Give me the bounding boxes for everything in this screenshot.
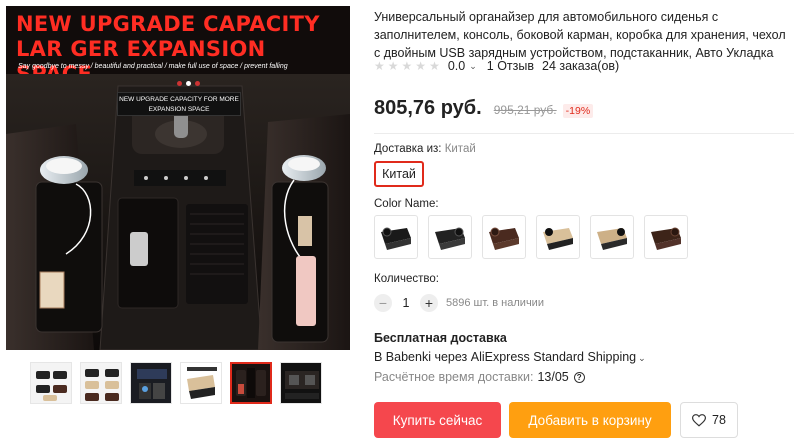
country-option-china[interactable]: Китай	[374, 161, 424, 187]
delivery-time-label: Расчётное время доставки:	[374, 370, 534, 384]
thumbnail-2[interactable]	[80, 362, 122, 404]
image-tagline: Say goodbye to messy / beautiful and pra…	[18, 63, 288, 70]
organizer-icon	[543, 228, 573, 250]
organizer-icon	[489, 227, 519, 250]
heart-icon	[692, 413, 707, 427]
free-shipping-label: Бесплатная доставка	[374, 331, 507, 345]
color-swatches	[374, 215, 688, 259]
ship-from-value: Китай	[444, 143, 476, 155]
divider	[374, 133, 794, 134]
image-ribbon: NEW UPGRADE CAPACITY FOR MORE EXPANSION …	[117, 92, 241, 116]
orders-count: 24 заказа(ов)	[542, 59, 620, 73]
swatch-beige-2[interactable]	[590, 215, 634, 259]
reviews-link[interactable]: 1 Отзыв	[487, 59, 534, 73]
thumbnail-6[interactable]	[280, 362, 322, 404]
thumbnail-1[interactable]	[30, 362, 72, 404]
organizer-icon	[435, 227, 465, 250]
chevron-down-icon: ⌄	[638, 353, 646, 363]
star-icon: ★	[374, 59, 385, 73]
product-title: Универсальный органайзер для автомобильн…	[374, 10, 786, 60]
discount-badge: -19%	[562, 104, 594, 118]
delivery-time: Расчётное время доставки: 13/05 ?	[374, 370, 585, 384]
color-label: Color Name:	[374, 198, 439, 210]
stock-available: 5896 шт. в наличии	[446, 297, 544, 309]
quantity-plus-button[interactable]: +	[420, 294, 438, 312]
thumbnail-5[interactable]	[230, 362, 272, 404]
swatch-beige-1[interactable]	[536, 215, 580, 259]
ship-from-label: Доставка из: Китай	[374, 143, 476, 155]
wishlist-count: 78	[712, 413, 726, 427]
organizer-icon	[651, 227, 681, 250]
chevron-down-icon[interactable]: ⌄	[469, 61, 477, 72]
add-to-cart-button[interactable]: Добавить в корзину	[509, 402, 671, 438]
swatch-black-1[interactable]	[374, 215, 418, 259]
price-row: 805,76 руб. 995,21 руб. -19%	[374, 97, 594, 120]
main-product-image[interactable]: NEW UPGRADE CAPACITY LAR GER EXPANSION S…	[6, 6, 350, 350]
quantity-label: Количество:	[374, 273, 439, 285]
current-price: 805,76 руб.	[374, 97, 482, 119]
old-price: 995,21 руб.	[493, 103, 557, 117]
quantity-input[interactable]: 1	[392, 296, 420, 310]
star-icon: ★	[387, 59, 399, 73]
thumbnail-4[interactable]	[180, 362, 222, 404]
organizer-icon	[381, 227, 411, 250]
star-icon: ★	[415, 59, 427, 73]
ship-from-title: Доставка из:	[374, 143, 442, 155]
quantity-minus-button[interactable]: −	[374, 294, 392, 312]
buy-now-button[interactable]: Купить сейчас	[374, 402, 501, 438]
organizer-icon	[597, 228, 627, 250]
swatch-coffee-2[interactable]	[644, 215, 688, 259]
wishlist-button[interactable]: 78	[680, 402, 738, 438]
delivery-time-value: 13/05	[537, 370, 569, 384]
swatch-black-2[interactable]	[428, 215, 472, 259]
shipping-method[interactable]: В Babenki через AliExpress Standard Ship…	[374, 350, 646, 364]
swatch-coffee[interactable]	[482, 215, 526, 259]
thumbnail-3[interactable]	[130, 362, 172, 404]
star-icon: ★	[429, 59, 440, 73]
help-icon[interactable]: ?	[573, 371, 585, 383]
rating-row: ★ ★ ★ ★ ★ 0.0 ⌄ 1 Отзыв 24 заказа(ов)	[374, 59, 619, 73]
shipping-method-text: В Babenki через AliExpress Standard Ship…	[374, 350, 637, 364]
thumbnail-strip	[30, 362, 322, 404]
rating-stars: ★ ★ ★ ★ ★	[374, 59, 440, 73]
star-icon: ★	[401, 59, 413, 73]
rating-value[interactable]: 0.0	[448, 59, 465, 73]
image-dots	[177, 81, 200, 86]
quantity-stepper: − 1 + 5896 шт. в наличии	[374, 294, 544, 312]
